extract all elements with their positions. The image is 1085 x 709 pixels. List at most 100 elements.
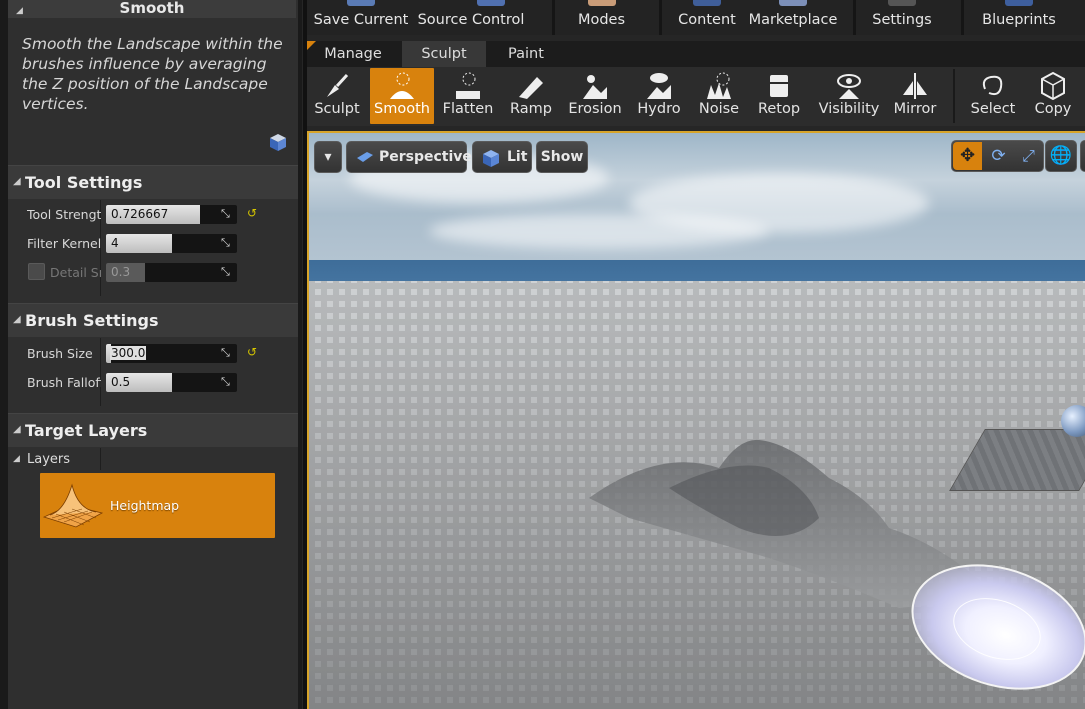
- perspective-icon: [357, 152, 373, 162]
- layers-label: Layers: [27, 452, 71, 467]
- tab-manage[interactable]: Manage: [311, 41, 395, 67]
- tool-header: ◢ Smooth: [8, 0, 296, 18]
- expand-arrows-icon: ⤡: [221, 346, 230, 359]
- tab-sculpt[interactable]: Sculpt: [402, 41, 486, 67]
- tool-smooth[interactable]: Smooth: [370, 68, 434, 124]
- brush-settings-section[interactable]: ◢ Brush Settings: [8, 303, 298, 337]
- tool-copy[interactable]: Copy: [1021, 68, 1085, 124]
- tool-ramp[interactable]: Ramp: [499, 68, 563, 124]
- tool-hydro[interactable]: Hydro: [627, 68, 691, 124]
- section-title: Target Layers: [25, 421, 148, 440]
- tool-mirror[interactable]: Mirror: [883, 68, 947, 124]
- brush-size-label: Brush Size: [27, 346, 93, 361]
- save-current-button[interactable]: Save Current: [309, 0, 413, 35]
- perspective-label: Perspective: [379, 149, 472, 165]
- scale-icon[interactable]: ⤢: [1014, 142, 1043, 170]
- tool-sculpt[interactable]: Sculpt: [305, 68, 369, 124]
- tool-visibility[interactable]: Visibility: [816, 68, 882, 124]
- brush-falloff-label: Brush Falloff: [27, 375, 101, 390]
- modes-button[interactable]: Modes: [559, 0, 644, 35]
- reflection-sphere: [1061, 405, 1085, 437]
- field-value: 0.5: [111, 375, 131, 389]
- content-icon: [693, 0, 721, 6]
- expand-arrows-icon: ⤡: [221, 265, 230, 278]
- retop-icon: [770, 75, 788, 97]
- modes-icon: [587, 0, 616, 6]
- column-divider[interactable]: [100, 448, 101, 470]
- transform-tools-group: ✥ ⟳ ⤢: [951, 140, 1044, 172]
- detail-smooth-checkbox[interactable]: [28, 263, 45, 280]
- expand-triangle-icon: ◢: [13, 176, 21, 187]
- cube-icon[interactable]: [268, 132, 288, 152]
- panel-corner-marker: [307, 41, 316, 50]
- section-title: Tool Settings: [25, 173, 143, 192]
- section-title: Brush Settings: [25, 311, 159, 330]
- toolbar-separator: [552, 0, 555, 35]
- tool-description: Smooth the Landscape within the brushes …: [22, 35, 283, 113]
- brush-falloff-field[interactable]: 0.5 ⤡: [106, 373, 237, 392]
- sculpt-icon: [327, 73, 349, 97]
- source-control-button[interactable]: Source Control: [415, 0, 527, 35]
- tool-select[interactable]: Select: [961, 68, 1025, 124]
- translate-icon[interactable]: ✥: [953, 142, 982, 170]
- tool-strength-field[interactable]: 0.726667 ⤡: [106, 205, 237, 224]
- blueprints-button[interactable]: Blueprints: [971, 0, 1067, 35]
- settings-button[interactable]: Settings: [861, 0, 943, 35]
- tool-retop[interactable]: Retop: [747, 68, 811, 124]
- flatten-icon: [456, 72, 480, 99]
- expand-arrows-icon: ⤡: [221, 236, 230, 249]
- settings-icon: [888, 0, 916, 6]
- field-value: 4: [111, 236, 119, 250]
- marketplace-icon: [779, 0, 807, 6]
- level-viewport[interactable]: ▾ Perspective Lit Show ✥ ⟳ ⤢ 🌐: [307, 131, 1085, 709]
- brush-size-field[interactable]: 300.0 ⤡: [106, 344, 237, 363]
- tool-noise[interactable]: Noise: [687, 68, 751, 124]
- rotate-icon[interactable]: ⟳: [984, 142, 1013, 170]
- tool-separator: [953, 69, 955, 123]
- world-space-icon[interactable]: 🌐: [1045, 140, 1077, 172]
- snap-settings-button[interactable]: [1080, 140, 1085, 172]
- field-value: 300.0: [110, 346, 147, 360]
- viewport-options-button[interactable]: ▾: [314, 141, 342, 173]
- tool-flatten[interactable]: Flatten: [436, 68, 500, 124]
- cloud: [429, 213, 769, 249]
- hydro-icon: [647, 73, 671, 99]
- filter-kernel-label: Filter Kernel Radius: [27, 236, 101, 251]
- expand-triangle-icon: ◢: [13, 314, 21, 325]
- reset-to-default-icon[interactable]: ↺: [247, 345, 257, 359]
- sculpt-tools-bar: Sculpt Smooth Flatten Ramp Erosion Hydro…: [307, 67, 1085, 126]
- tool-settings-section[interactable]: ◢ Tool Settings: [8, 165, 298, 199]
- heightmap-layer-item[interactable]: Heightmap: [40, 473, 275, 538]
- marketplace-button[interactable]: Marketplace: [742, 0, 844, 35]
- expand-arrows-icon: ⤡: [221, 375, 230, 388]
- collapse-triangle-icon[interactable]: ◢: [16, 3, 23, 19]
- toolbar-separator: [853, 0, 856, 35]
- mirror-icon: [903, 73, 927, 99]
- reset-to-default-icon[interactable]: ↺: [247, 206, 257, 220]
- heightmap-icon: [42, 483, 104, 528]
- erosion-icon: [583, 75, 607, 99]
- source-control-icon: [477, 0, 505, 6]
- main-toolbar: Save Current Source Control Modes Conten…: [307, 0, 1085, 35]
- select-icon: [982, 75, 1003, 96]
- noise-icon: [707, 72, 731, 99]
- visibility-icon: [837, 74, 861, 99]
- detail-smooth-field[interactable]: 0.3 ⤡: [106, 263, 237, 282]
- show-button[interactable]: Show: [536, 141, 588, 173]
- tab-paint[interactable]: Paint: [489, 41, 563, 67]
- perspective-button[interactable]: Perspective: [346, 141, 472, 173]
- lit-label: Lit: [507, 149, 528, 165]
- detail-smooth-label: Detail Smooth: [50, 265, 101, 280]
- expand-triangle-icon: ◢: [13, 424, 21, 435]
- content-button[interactable]: Content: [672, 0, 742, 35]
- target-layers-section[interactable]: ◢ Target Layers: [8, 413, 298, 447]
- lit-cube-icon: [483, 150, 499, 167]
- expand-triangle-icon[interactable]: ◢: [13, 454, 20, 464]
- ramp-icon: [519, 77, 543, 99]
- toolbar-separator: [659, 0, 662, 35]
- chevron-down-icon: ▾: [324, 149, 332, 165]
- lit-button[interactable]: Lit: [472, 141, 532, 173]
- field-value: 0.726667: [111, 207, 169, 221]
- filter-kernel-field[interactable]: 4 ⤡: [106, 234, 237, 253]
- tool-erosion[interactable]: Erosion: [563, 68, 627, 124]
